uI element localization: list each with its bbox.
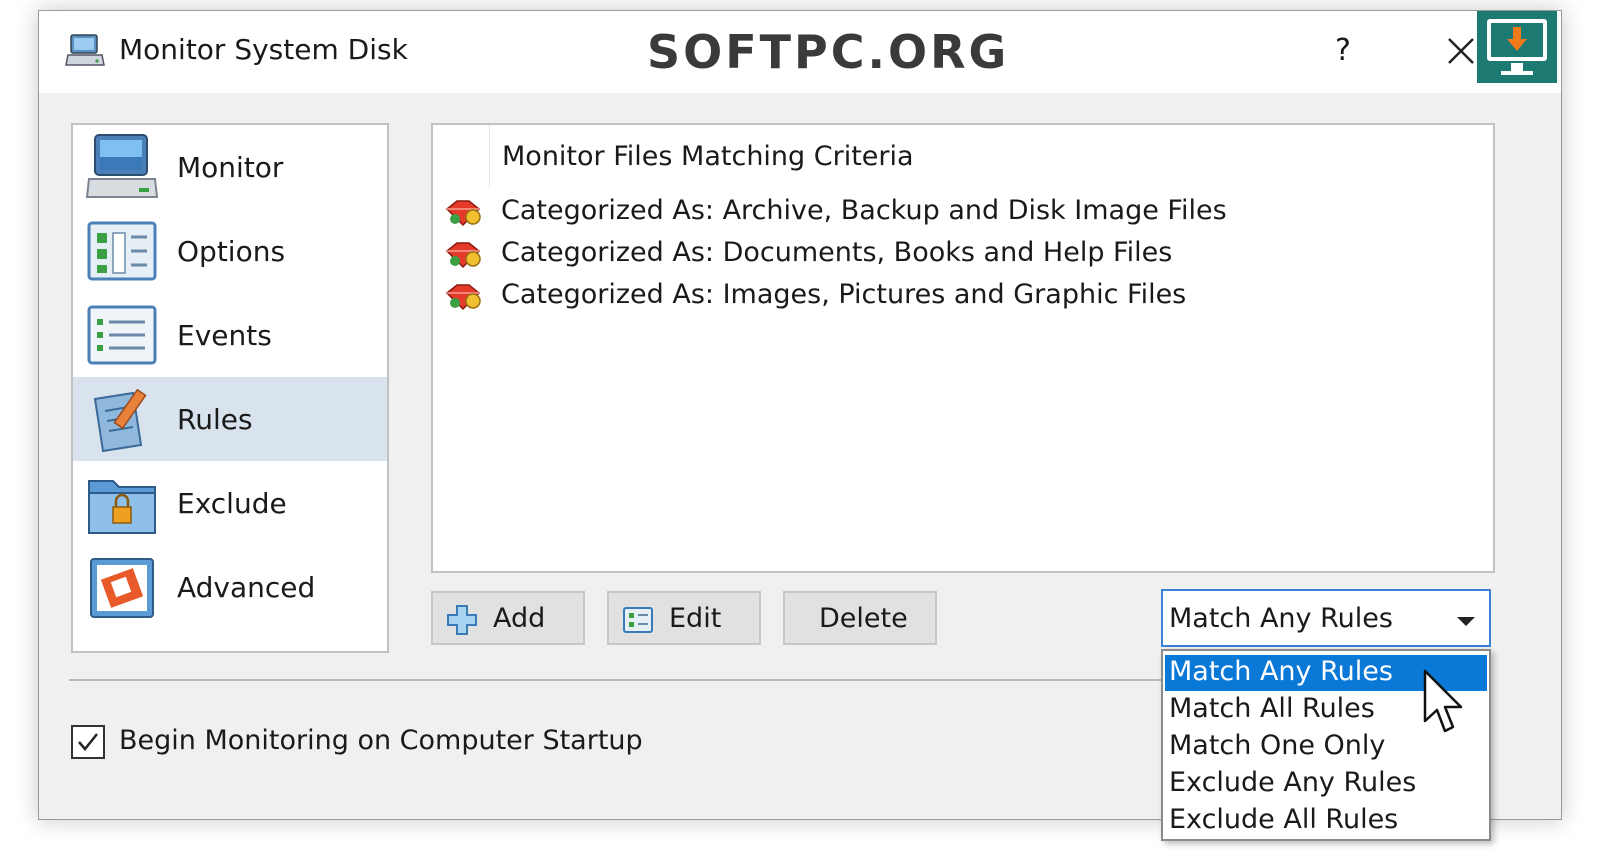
options-icon [87,221,157,281]
sidebar-item-label: Exclude [177,487,287,520]
edit-form-icon [623,607,653,633]
sidebar-item-label: Events [177,319,272,352]
sidebar-item-advanced[interactable]: Advanced [73,545,387,629]
sidebar-item-exclude[interactable]: Exclude [73,461,387,545]
dropdown-option-exclude-any-rules[interactable]: Exclude Any Rules [1165,766,1487,802]
startup-checkbox[interactable] [71,725,105,759]
list-item[interactable]: Categorized As: Documents, Books and Hel… [433,233,1433,275]
sidebar-item-label: Advanced [177,571,316,604]
edit-button[interactable]: Edit [607,591,761,645]
rules-icon [93,388,147,453]
monitor-icon [85,134,159,198]
disk-app-icon [65,34,105,66]
title-bar: Monitor System Disk SOFTPC.ORG ? [39,11,1561,93]
sidebar-item-options[interactable]: Options [73,209,387,293]
rule-gem-icon [445,200,481,227]
events-icon [87,305,157,365]
chevron-down-icon[interactable] [1457,617,1475,626]
advanced-icon [90,558,154,618]
rule-label: Categorized As: Images, Pictures and Gra… [501,279,1187,310]
list-column-header[interactable]: Monitor Files Matching Criteria [489,125,1493,187]
watermark-text: SOFTPC.ORG [647,25,1010,79]
download-badge-icon [1477,11,1557,83]
list-item[interactable]: Categorized As: Archive, Backup and Disk… [433,191,1433,233]
mouse-pointer-icon [1423,669,1463,733]
dialog-window: Monitor System Disk SOFTPC.ORG ? Monitor… [38,10,1562,841]
add-button[interactable]: Add [431,591,585,645]
startup-checkbox-label[interactable]: Begin Monitoring on Computer Startup [119,725,643,756]
divider [69,679,1169,681]
sidebar-item-label: Rules [177,403,253,436]
dropdown-option-exclude-all-rules[interactable]: Exclude All Rules [1165,803,1487,839]
rule-gem-icon [445,242,481,269]
sidebar-item-label: Monitor [177,151,284,184]
delete-button[interactable]: Delete [783,591,937,645]
sidebar-nav: Monitor Options Events Rules Exclude Adv… [71,123,389,653]
sidebar-item-events[interactable]: Events [73,293,387,377]
help-button[interactable]: ? [1323,29,1363,73]
sidebar-item-rules[interactable]: Rules [73,377,387,461]
checkmark-icon [78,733,98,751]
rule-gem-icon [445,284,481,311]
list-item[interactable]: Categorized As: Images, Pictures and Gra… [433,275,1433,317]
rules-list: Monitor Files Matching Criteria Categori… [431,123,1495,573]
sidebar-item-label: Options [177,235,286,268]
match-mode-value: Match Any Rules [1169,603,1393,634]
plus-icon [447,605,477,635]
exclude-icon [88,480,156,534]
match-mode-select[interactable]: Match Any Rules [1161,589,1491,647]
rule-label: Categorized As: Documents, Books and Hel… [501,237,1173,268]
window-title: Monitor System Disk [119,33,408,66]
sidebar-item-monitor[interactable]: Monitor [73,125,387,209]
rule-label: Categorized As: Archive, Backup and Disk… [501,195,1227,226]
